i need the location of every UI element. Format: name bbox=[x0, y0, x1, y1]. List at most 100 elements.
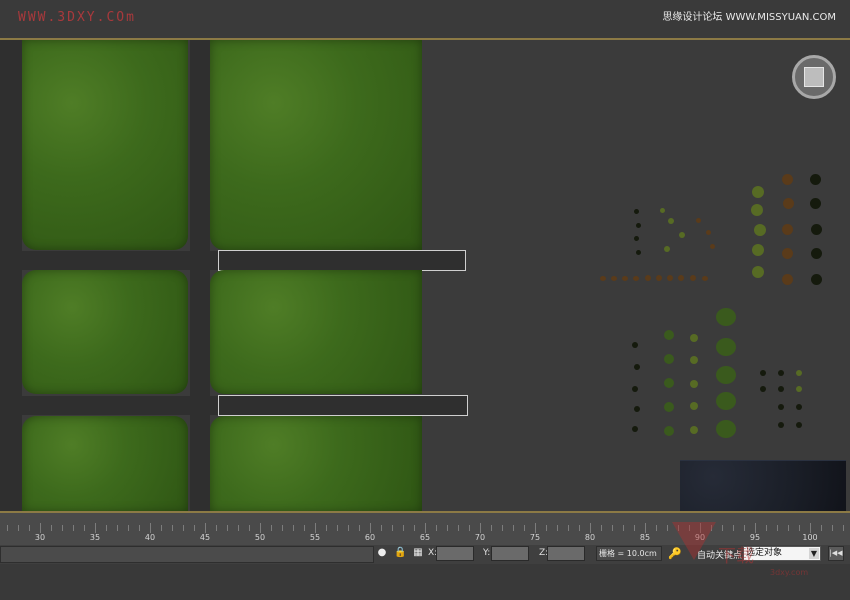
timeline-frame-label: 80 bbox=[584, 533, 596, 542]
timeline-tick bbox=[623, 525, 624, 531]
timeline-tick bbox=[73, 525, 74, 531]
plant-asset bbox=[752, 244, 764, 256]
watermark-logo-icon bbox=[672, 522, 716, 560]
timeline-tick bbox=[194, 525, 195, 531]
plant-asset bbox=[811, 224, 822, 235]
grass-block bbox=[210, 40, 422, 250]
y-coord-input[interactable] bbox=[491, 546, 529, 561]
status-prompt-field[interactable] bbox=[0, 546, 374, 563]
timeline-major-tick bbox=[150, 523, 151, 533]
timeline-frame-label: 75 bbox=[529, 533, 541, 542]
timeline-tick bbox=[601, 525, 602, 531]
timeline-tick bbox=[458, 525, 459, 531]
plant-asset bbox=[679, 232, 685, 238]
timeline-tick bbox=[469, 525, 470, 531]
plant-asset bbox=[668, 218, 674, 224]
timeline-tick bbox=[568, 525, 569, 531]
plant-asset bbox=[778, 370, 784, 376]
timeline-major-tick bbox=[480, 523, 481, 533]
rock-asset bbox=[667, 275, 673, 281]
timeline-major-tick bbox=[535, 523, 536, 533]
timeline-major-tick bbox=[425, 523, 426, 533]
selection-lock-icon[interactable]: 🔒 bbox=[394, 547, 406, 559]
plant-asset bbox=[636, 250, 641, 255]
plant-asset bbox=[660, 208, 665, 213]
plant-asset bbox=[796, 404, 802, 410]
plant-asset bbox=[634, 209, 639, 214]
timeline-tick bbox=[337, 525, 338, 531]
watermark-bottom-big: 下载 bbox=[718, 546, 754, 567]
timeline-tick bbox=[282, 525, 283, 531]
plant-asset bbox=[690, 356, 698, 364]
timeline-tick bbox=[172, 525, 173, 531]
plant-asset bbox=[782, 248, 793, 259]
timeline-tick bbox=[293, 525, 294, 531]
timeline-tick bbox=[491, 525, 492, 531]
timeline-tick bbox=[436, 525, 437, 531]
timeline-tick bbox=[513, 525, 514, 531]
plant-asset bbox=[636, 223, 641, 228]
grass-block bbox=[22, 40, 188, 250]
plant-asset bbox=[782, 274, 793, 285]
timeline-frame-label: 35 bbox=[89, 533, 101, 542]
plant-asset bbox=[690, 380, 698, 388]
grass-block bbox=[210, 270, 422, 394]
plant-asset bbox=[664, 354, 674, 364]
timeline-frame-label: 70 bbox=[474, 533, 486, 542]
timeline-tick bbox=[117, 525, 118, 531]
plant-asset bbox=[716, 366, 736, 384]
viewcube[interactable] bbox=[792, 55, 836, 99]
plant-asset bbox=[752, 186, 764, 198]
plant-asset bbox=[796, 370, 802, 376]
plant-asset bbox=[796, 422, 802, 428]
plant-asset bbox=[634, 236, 639, 241]
timeline-frame-label: 45 bbox=[199, 533, 211, 542]
grid-size-readout: 栅格 = 10.0cm bbox=[596, 546, 662, 561]
timeline-tick bbox=[392, 525, 393, 531]
rock-asset bbox=[702, 276, 708, 281]
plant-asset bbox=[716, 308, 736, 326]
timeline-tick bbox=[634, 525, 635, 531]
timeline-major-tick bbox=[40, 523, 41, 533]
plant-asset bbox=[696, 218, 701, 223]
plant-asset bbox=[716, 420, 736, 438]
timeline-tick bbox=[106, 525, 107, 531]
viewcube-face[interactable] bbox=[804, 67, 824, 87]
timeline-frame-label: 60 bbox=[364, 533, 376, 542]
absolute-mode-icon[interactable]: ▦ bbox=[412, 547, 424, 559]
plant-asset bbox=[634, 364, 640, 370]
plant-asset bbox=[783, 198, 794, 209]
timeline-tick bbox=[271, 525, 272, 531]
timeline-tick bbox=[7, 525, 8, 531]
timeline-tick bbox=[51, 525, 52, 531]
watermark-bottom-small: 3dxy.com bbox=[770, 568, 809, 577]
timeline-tick bbox=[238, 525, 239, 531]
timeline-tick bbox=[579, 525, 580, 531]
viewport-3d[interactable] bbox=[0, 40, 850, 512]
x-coord-input[interactable] bbox=[436, 546, 474, 561]
timeline-tick bbox=[502, 525, 503, 531]
timeline-tick bbox=[128, 525, 129, 531]
timeline-tick bbox=[667, 525, 668, 531]
plant-asset bbox=[778, 404, 784, 410]
lock-pin-icon[interactable]: ● bbox=[376, 547, 388, 559]
plant-asset bbox=[690, 426, 698, 434]
timeline-tick bbox=[832, 525, 833, 531]
road-vertical-left-edge bbox=[0, 40, 22, 512]
road-extension-upper bbox=[218, 250, 466, 271]
timeline-tick bbox=[359, 525, 360, 531]
rock-asset bbox=[645, 275, 651, 281]
plant-asset bbox=[632, 342, 638, 348]
watermark-bottom: 下载 3dxy.com bbox=[672, 522, 832, 582]
z-coord-input[interactable] bbox=[547, 546, 585, 561]
plant-asset bbox=[796, 386, 802, 392]
grass-block bbox=[22, 270, 188, 394]
timeline-tick bbox=[403, 525, 404, 531]
timeline-major-tick bbox=[590, 523, 591, 533]
timeline-tick bbox=[843, 525, 844, 531]
timeline-tick bbox=[447, 525, 448, 531]
plant-asset bbox=[664, 330, 674, 340]
plant-asset bbox=[751, 204, 763, 216]
plant-asset bbox=[752, 266, 764, 278]
timeline-tick bbox=[326, 525, 327, 531]
